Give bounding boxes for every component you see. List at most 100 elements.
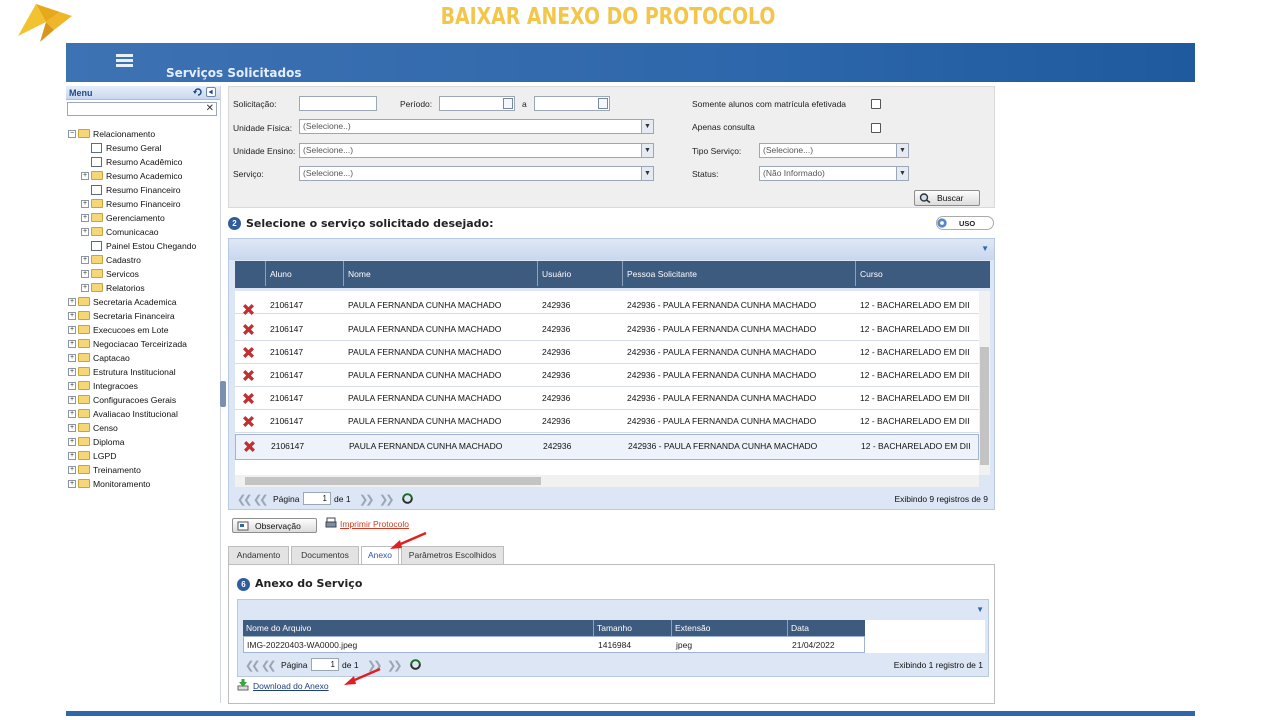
expand-icon[interactable]: +	[68, 298, 76, 306]
sidebar-item[interactable]: + Secretaria Academica	[66, 295, 220, 309]
sidebar-item[interactable]: + Secretaria Financeira	[66, 309, 220, 323]
delete-icon[interactable]	[242, 369, 255, 382]
chevron-down-icon[interactable]: ▼	[641, 167, 653, 180]
sidebar-item[interactable]: + Relatorios	[66, 281, 220, 295]
expand-icon[interactable]: +	[81, 228, 89, 236]
refresh-icon[interactable]	[401, 492, 414, 505]
expand-icon[interactable]: +	[68, 312, 76, 320]
delete-icon[interactable]	[242, 303, 255, 316]
expand-icon[interactable]: +	[68, 480, 76, 488]
header-cell-extensao[interactable]: Extensão	[671, 620, 787, 636]
table-row[interactable]: 2106147 PAULA FERNANDA CUNHA MACHADO 24293…	[235, 318, 979, 341]
buscar-button[interactable]: Buscar	[914, 190, 980, 206]
collapse-icon[interactable]: −	[68, 130, 76, 138]
table-row[interactable]: 2106147 PAULA FERNANDA CUNHA MACHADO 24293…	[235, 291, 979, 316]
sidebar-item[interactable]: Resumo Geral	[66, 141, 220, 155]
hamburger-icon[interactable]	[116, 54, 133, 68]
sidebar-item[interactable]: + Resumo Financeiro	[66, 197, 220, 211]
delete-icon[interactable]	[242, 392, 255, 405]
solicitacao-input[interactable]	[299, 96, 377, 111]
sidebar-item[interactable]: Resumo Acadêmico	[66, 155, 220, 169]
somente-matricula-checkbox[interactable]	[871, 99, 881, 109]
chevron-down-icon[interactable]: ▼	[641, 120, 653, 133]
delete-icon[interactable]	[242, 346, 255, 359]
printer-icon[interactable]	[325, 517, 337, 529]
sidebar-item[interactable]: + Servicos	[66, 267, 220, 281]
expand-icon[interactable]: +	[81, 270, 89, 278]
tipo-servico-select[interactable]: (Selecione...) ▼	[759, 143, 909, 158]
sidebar-item[interactable]: Resumo Financeiro	[66, 183, 220, 197]
expand-icon[interactable]: +	[81, 214, 89, 222]
download-icon[interactable]	[237, 679, 249, 691]
expand-icon[interactable]: +	[68, 396, 76, 404]
observacao-button[interactable]: Observação	[232, 518, 317, 533]
sidebar-item[interactable]: + LGPD	[66, 449, 220, 463]
sidebar-item[interactable]: + Resumo Academico	[66, 169, 220, 183]
expand-icon[interactable]: +	[68, 452, 76, 460]
status-select[interactable]: (Não Informado) ▼	[759, 166, 909, 181]
imprimir-protocolo-link[interactable]: Imprimir Protocolo	[340, 519, 409, 529]
vertical-scrollbar[interactable]	[979, 291, 990, 475]
refresh-icon[interactable]	[409, 658, 422, 671]
expand-icon[interactable]: +	[68, 382, 76, 390]
sidebar-item[interactable]: + Gerenciamento	[66, 211, 220, 225]
delete-icon[interactable]	[242, 415, 255, 428]
unidade-fisica-select[interactable]: (Selecione..) ▼	[299, 119, 654, 134]
table-row[interactable]: 2106147 PAULA FERNANDA CUNHA MACHADO 24293…	[235, 387, 979, 410]
table-row[interactable]: 2106147 PAULA FERNANDA CUNHA MACHADO 24293…	[235, 434, 979, 460]
expand-icon[interactable]: +	[68, 410, 76, 418]
sidebar-item[interactable]: + Diploma	[66, 435, 220, 449]
table-row[interactable]: 2106147 PAULA FERNANDA CUNHA MACHADO 24293…	[235, 410, 979, 433]
expand-icon[interactable]: +	[68, 424, 76, 432]
delete-icon[interactable]	[243, 440, 256, 453]
page-number-input[interactable]: 1	[311, 658, 339, 671]
sidebar-item[interactable]: − Relacionamento	[66, 127, 220, 141]
expand-icon[interactable]: +	[81, 200, 89, 208]
table-row[interactable]: 2106147 PAULA FERNANDA CUNHA MACHADO 24293…	[235, 364, 979, 387]
refresh-icon[interactable]	[193, 87, 203, 97]
expand-icon[interactable]: +	[81, 172, 89, 180]
uso-toggle[interactable]: USO	[936, 216, 994, 230]
last-page-icon[interactable]: ❯❯	[387, 659, 403, 672]
calendar-icon[interactable]	[598, 98, 608, 109]
grid-menu-icon[interactable]: ▼	[981, 244, 989, 253]
expand-icon[interactable]: +	[68, 368, 76, 376]
header-cell-data[interactable]: Data	[787, 620, 865, 636]
menu-search-input[interactable]	[67, 102, 217, 116]
expand-icon[interactable]: +	[68, 438, 76, 446]
collapse-icon[interactable]	[206, 87, 216, 97]
sidebar-item[interactable]: + Avaliacao Institucional	[66, 407, 220, 421]
unidade-ensino-select[interactable]: (Selecione...) ▼	[299, 143, 654, 158]
sidebar-item[interactable]: + Integracoes	[66, 379, 220, 393]
expand-icon[interactable]: +	[81, 284, 89, 292]
sidebar-item[interactable]: + Execucoes em Lote	[66, 323, 220, 337]
servico-select[interactable]: (Selecione...) ▼	[299, 166, 654, 181]
next-page-icon[interactable]: ❯❯	[359, 493, 375, 506]
first-page-icon[interactable]: ❮❮	[237, 493, 253, 506]
close-icon[interactable]: ✕	[206, 103, 214, 114]
chevron-down-icon[interactable]: ▼	[641, 144, 653, 157]
page-number-input[interactable]: 1	[303, 492, 331, 505]
delete-icon[interactable]	[242, 323, 255, 336]
expand-icon[interactable]: +	[68, 354, 76, 362]
sidebar-item[interactable]: + Configuracoes Gerais	[66, 393, 220, 407]
sidebar-item[interactable]: + Treinamento	[66, 463, 220, 477]
horizontal-scrollbar[interactable]	[235, 475, 979, 487]
expand-icon[interactable]: +	[68, 326, 76, 334]
sidebar-item[interactable]: + Captacao	[66, 351, 220, 365]
header-cell-nome[interactable]: Nome	[343, 261, 538, 286]
calendar-icon[interactable]	[503, 98, 513, 109]
anexo-row[interactable]: IMG-20220403-WA0000.jpeg 1416984 jpeg 21…	[243, 636, 865, 653]
sidebar-item[interactable]: + Cadastro	[66, 253, 220, 267]
header-cell-tamanho[interactable]: Tamanho	[593, 620, 671, 636]
header-cell-curso[interactable]: Curso	[855, 261, 990, 286]
expand-icon[interactable]: +	[68, 466, 76, 474]
sidebar-item[interactable]: + Censo	[66, 421, 220, 435]
table-row[interactable]: 2106147 PAULA FERNANDA CUNHA MACHADO 24293…	[235, 341, 979, 364]
tab-andamento[interactable]: Andamento	[228, 546, 289, 565]
sidebar-item[interactable]: + Estrutura Institucional	[66, 365, 220, 379]
header-cell-pessoa-solicitante[interactable]: Pessoa Solicitante	[622, 261, 855, 286]
sidebar-item[interactable]: + Monitoramento	[66, 477, 220, 491]
header-cell-usuario[interactable]: Usuário	[537, 261, 622, 286]
header-cell-aluno[interactable]: Aluno	[265, 261, 343, 286]
